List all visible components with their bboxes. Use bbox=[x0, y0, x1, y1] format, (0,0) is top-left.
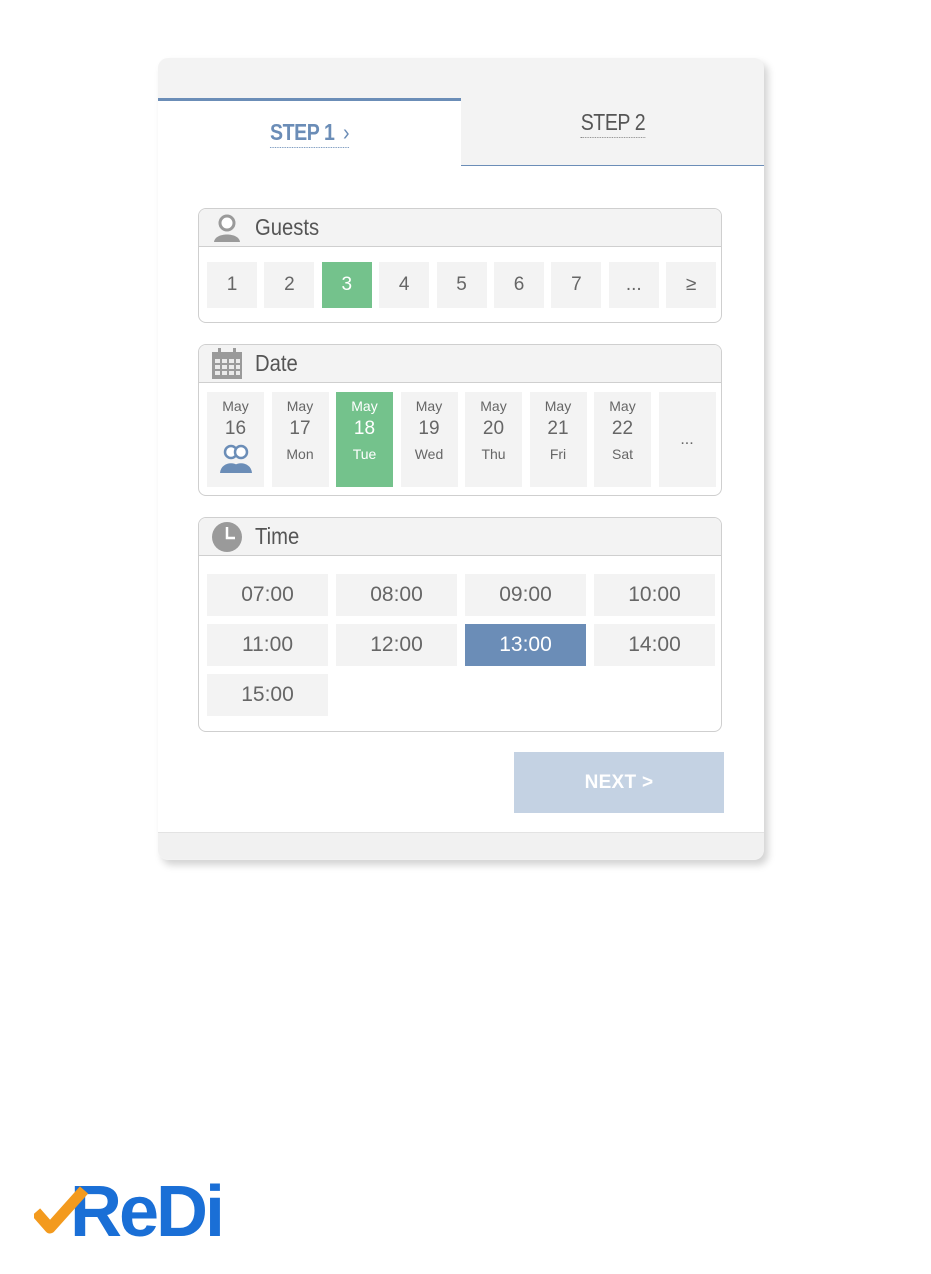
date-day: 16 bbox=[224, 418, 247, 439]
date-option[interactable]: May 22 Sat bbox=[594, 392, 651, 487]
date-more-button[interactable]: ... bbox=[658, 392, 716, 487]
date-day: 19 bbox=[418, 418, 440, 439]
logo-text: ReDi bbox=[70, 1172, 222, 1250]
date-option[interactable]: May 18 Tue bbox=[336, 392, 393, 487]
guest-option[interactable]: 2 bbox=[264, 262, 315, 308]
guests-header: Guests bbox=[199, 209, 721, 247]
date-option[interactable]: May 21 Fri bbox=[529, 392, 587, 487]
date-weekday: Fri bbox=[549, 446, 567, 462]
guest-option[interactable]: ≥ bbox=[666, 262, 717, 308]
time-option[interactable]: 09:00 bbox=[465, 574, 586, 616]
date-day: 21 bbox=[547, 418, 569, 439]
next-button[interactable]: NEXT > bbox=[514, 752, 724, 813]
date-option[interactable]: May 20 Thu bbox=[465, 392, 522, 487]
date-month: May bbox=[222, 398, 249, 414]
step-1-panel: Guests 1 2 3 4 5 6 7... ≥ Date May 16 Ma… bbox=[158, 166, 764, 832]
date-weekday: Wed bbox=[414, 446, 444, 462]
date-option[interactable]: May 19 Wed bbox=[400, 392, 458, 487]
tab-step-1-label: STEP 1 › bbox=[269, 119, 350, 148]
date-weekday: Tue bbox=[352, 446, 377, 462]
calendar-icon bbox=[211, 347, 243, 380]
time-option[interactable]: 11:00 bbox=[207, 624, 328, 666]
date-month: May bbox=[351, 398, 378, 414]
clock-icon bbox=[211, 521, 243, 553]
guest-option[interactable]: 6 bbox=[494, 262, 544, 308]
date-header: Date bbox=[199, 345, 721, 383]
tab-step-2-label: STEP 2 bbox=[580, 109, 645, 138]
date-day: 20 bbox=[482, 418, 505, 439]
date-month: May bbox=[480, 398, 507, 414]
guest-option[interactable]: 7 bbox=[551, 262, 602, 308]
tab-step-1[interactable]: STEP 1 › bbox=[158, 98, 461, 168]
date-day: 18 bbox=[353, 418, 376, 439]
guests-section: Guests 1 2 3 4 5 6 7... ≥ bbox=[198, 208, 722, 323]
date-month: May bbox=[544, 398, 572, 414]
time-title: Time bbox=[255, 523, 300, 549]
time-option[interactable]: 10:00 bbox=[594, 574, 715, 616]
time-option[interactable]: 08:00 bbox=[336, 574, 457, 616]
guest-option[interactable]: 3 bbox=[321, 262, 372, 308]
time-option[interactable]: 07:00 bbox=[207, 574, 328, 616]
guest-option[interactable]: 5 bbox=[436, 262, 487, 308]
date-option[interactable]: May 17 Mon bbox=[271, 392, 329, 487]
time-option[interactable]: 13:00 bbox=[465, 624, 586, 666]
person-icon bbox=[211, 212, 243, 244]
date-weekday: Sat bbox=[611, 446, 633, 462]
date-section: Date May 16 May 17 Mon May 18 Tue May 19 Wed May 20 T… bbox=[198, 344, 722, 496]
time-option[interactable]: 15:00 bbox=[207, 674, 328, 716]
guest-option[interactable]: ... bbox=[608, 262, 659, 308]
date-option[interactable]: May 16 bbox=[207, 392, 264, 487]
date-day: 17 bbox=[289, 418, 311, 439]
group-icon bbox=[219, 443, 253, 478]
date-month: May bbox=[286, 398, 314, 414]
guest-option[interactable]: 1 bbox=[207, 262, 257, 308]
date-month: May bbox=[609, 398, 636, 414]
guests-title: Guests bbox=[255, 214, 320, 240]
redi-logo: ReDi bbox=[31, 1170, 254, 1252]
time-option[interactable]: 14:00 bbox=[594, 624, 715, 666]
tab-step-1-text: STEP 1 bbox=[269, 119, 335, 145]
date-weekday: Thu bbox=[481, 446, 506, 462]
time-section: Time 07:00 08:00 09:00 10:00 11:00 12:00 13:00… bbox=[198, 517, 722, 732]
card-footer bbox=[158, 832, 764, 859]
chevron-right-icon: › bbox=[342, 119, 350, 145]
time-header: Time bbox=[199, 518, 721, 556]
date-title: Date bbox=[255, 350, 298, 376]
tab-step-2[interactable]: STEP 2 bbox=[461, 98, 764, 168]
date-day: 22 bbox=[611, 418, 634, 439]
guest-option[interactable]: 4 bbox=[379, 262, 430, 308]
date-month: May bbox=[415, 398, 443, 414]
booking-widget: STEP 1 › STEP 2 Guests 1 2 3 4 5 6 7... ≥ bbox=[158, 58, 764, 860]
time-option[interactable]: 12:00 bbox=[336, 624, 457, 666]
date-weekday: Mon bbox=[286, 446, 314, 462]
